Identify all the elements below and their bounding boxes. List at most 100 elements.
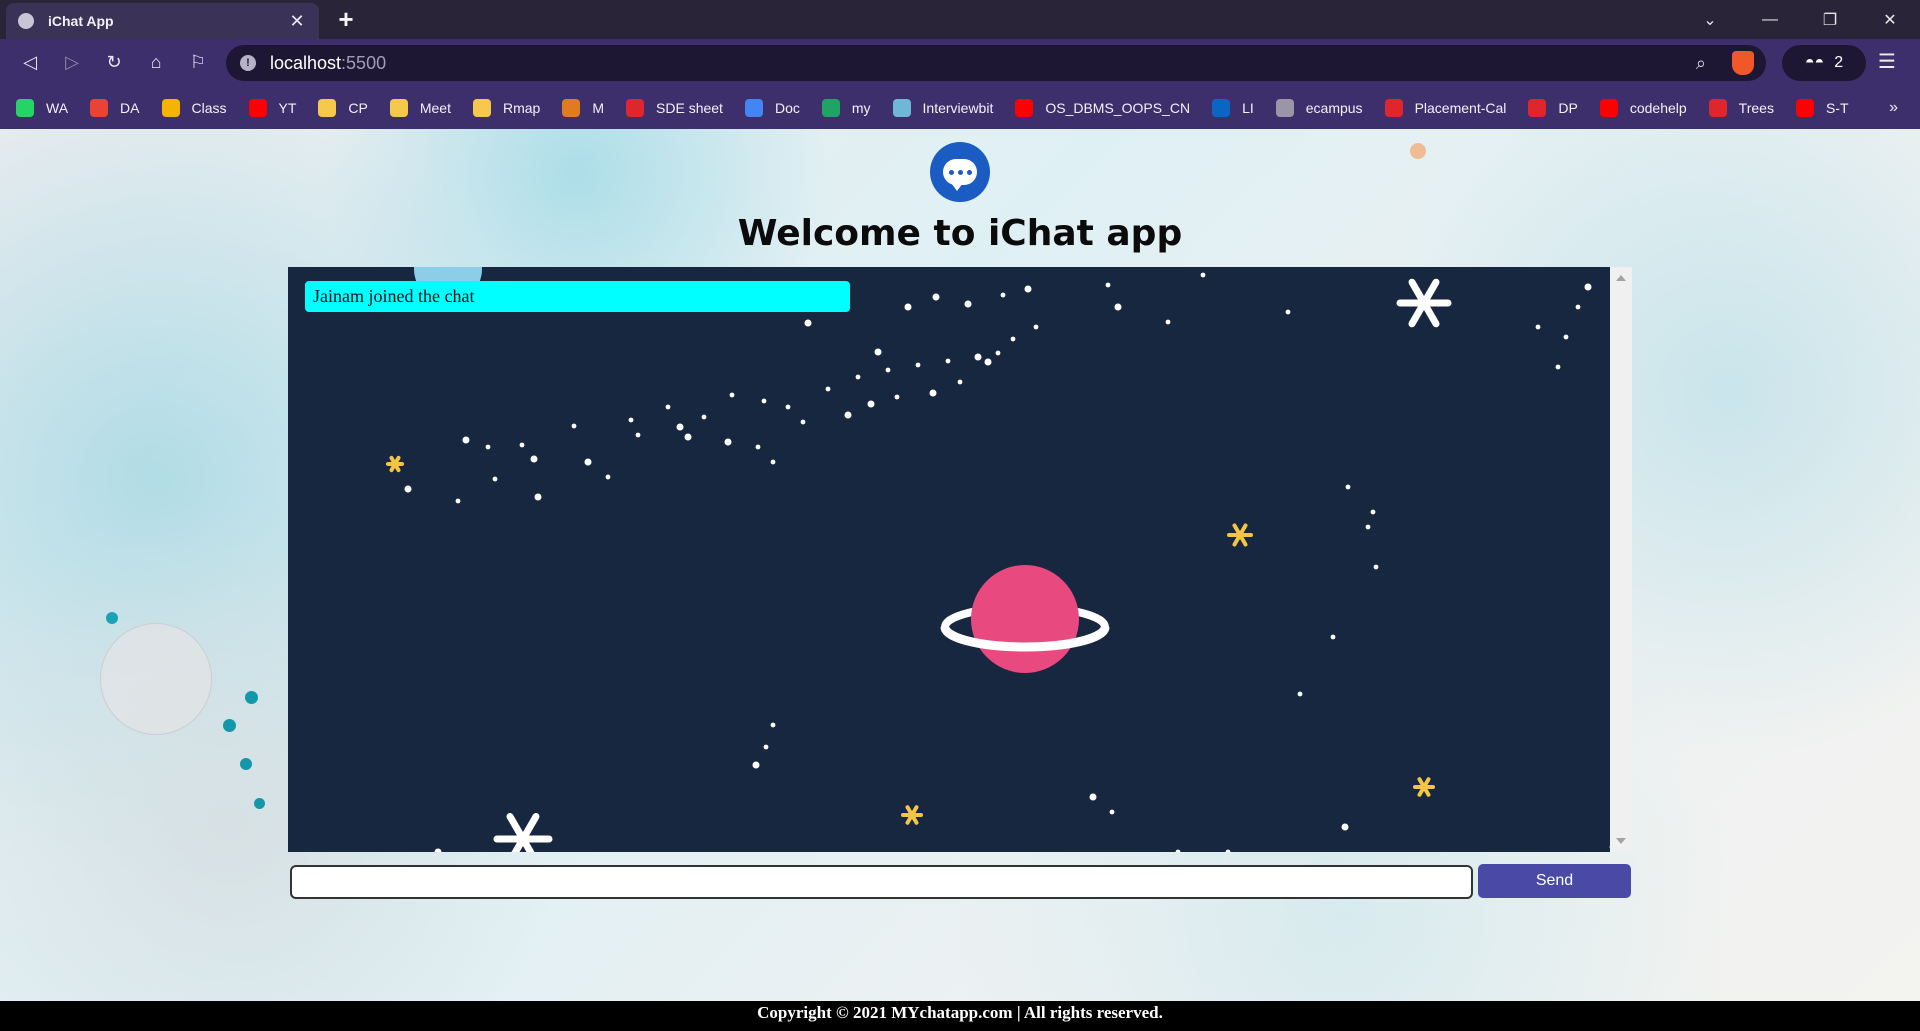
tuf-icon — [1708, 98, 1727, 117]
bookmark-label: DP — [1558, 99, 1578, 116]
star-dot — [964, 300, 972, 308]
url-port: :5500 — [341, 52, 387, 73]
bookmark-label: Meet — [419, 99, 451, 116]
bookmark-os-dbms-oops-cn[interactable]: OS_DBMS_OOPS_CN — [1015, 98, 1191, 117]
bookmark-class[interactable]: Class — [161, 98, 227, 117]
scroll-down-icon[interactable] — [1616, 838, 1626, 844]
star-dot — [1175, 849, 1181, 852]
star-dot — [752, 761, 760, 769]
home-icon[interactable]: ⌂ — [136, 52, 176, 73]
star-dot — [584, 458, 592, 466]
forward-icon[interactable]: ▷ — [52, 52, 92, 73]
sparkle-icon — [386, 455, 404, 473]
snowflake-icon — [493, 813, 553, 852]
star-dot — [1285, 309, 1291, 315]
star-dot — [571, 423, 577, 429]
star-dot — [1089, 793, 1097, 801]
folder-icon — [472, 98, 491, 117]
star-dot — [825, 386, 831, 392]
bookmark-label: my — [851, 99, 871, 116]
youtube-icon — [1795, 98, 1814, 117]
star-dot — [957, 379, 963, 385]
bookmark-icon[interactable]: ⚐ — [178, 52, 218, 73]
bookmark-codehelp[interactable]: codehelp — [1599, 98, 1687, 117]
bookmark-meet[interactable]: Meet — [389, 98, 451, 117]
bookmark-wa[interactable]: WA — [16, 98, 68, 117]
star-dot — [1555, 364, 1561, 370]
chat-scrollbar[interactable] — [1610, 267, 1632, 852]
star-dot — [974, 353, 982, 361]
planet-icon — [971, 565, 1079, 673]
bookmark-dp[interactable]: DP — [1528, 98, 1578, 117]
tab-search-icon[interactable]: ⌄ — [1680, 10, 1740, 30]
wallet-button[interactable]: ◓◓ 2 — [1782, 45, 1866, 81]
window-controls: ⌄ — ❐ ✕ — [1680, 0, 1920, 39]
new-tab-button[interactable]: + — [332, 4, 360, 35]
star-dot — [1584, 283, 1592, 291]
star-dot — [1373, 564, 1379, 570]
decor-dot — [240, 758, 252, 770]
menu-icon[interactable]: ☰ — [1878, 49, 1896, 74]
star-dot — [1225, 849, 1231, 852]
browser-tab[interactable]: iChat App ✕ — [6, 3, 319, 39]
bookmark-yt[interactable]: YT — [248, 98, 296, 117]
bookmark-m[interactable]: M — [562, 98, 605, 117]
more-bookmarks-icon[interactable]: » — [1889, 99, 1898, 117]
star-dot — [1345, 484, 1351, 490]
bookmark-label: codehelp — [1629, 99, 1687, 116]
bookmark-my[interactable]: my — [821, 98, 871, 117]
star-dot — [519, 442, 525, 448]
star-dot — [945, 358, 951, 364]
bookmark-label: CP — [348, 99, 368, 116]
star-dot — [1165, 319, 1171, 325]
bookmark-label: SDE sheet — [656, 99, 723, 116]
star-dot — [462, 436, 470, 444]
star-dot — [676, 423, 684, 431]
bookmark-label: OS_DBMS_OOPS_CN — [1045, 99, 1191, 116]
address-bar[interactable]: ! localhost :5500 ⌕ — [226, 45, 1766, 81]
bookmark-trees[interactable]: Trees — [1708, 98, 1774, 117]
bookmark-label: M — [592, 99, 605, 116]
star-dot — [1033, 324, 1039, 330]
send-button[interactable]: Send — [1478, 864, 1631, 898]
zoom-icon[interactable]: ⌕ — [1696, 53, 1706, 74]
glasses-icon: ◓◓ — [1804, 54, 1825, 71]
star-dot — [605, 474, 611, 480]
bookmark-s-t[interactable]: S-T — [1795, 98, 1849, 117]
back-icon[interactable]: ◁ — [10, 52, 50, 73]
bookmark-li[interactable]: LI — [1212, 98, 1254, 117]
bookmark-doc[interactable]: Doc — [744, 98, 800, 117]
star-dot — [492, 476, 498, 482]
minimize-button[interactable]: — — [1740, 11, 1800, 29]
scroll-up-icon[interactable] — [1616, 275, 1626, 281]
bookmark-rmap[interactable]: Rmap — [472, 98, 541, 117]
chat-container — [288, 267, 1632, 852]
star-dot — [904, 303, 912, 311]
restore-button[interactable]: ❐ — [1800, 10, 1860, 30]
bookmark-label: Doc — [774, 99, 800, 116]
bookmark-ecampus[interactable]: ecampus — [1275, 98, 1363, 117]
sparkle-icon — [1413, 777, 1435, 797]
star-dot — [701, 414, 707, 420]
message-input[interactable] — [290, 865, 1473, 899]
star-dot — [844, 411, 852, 419]
globe-icon — [1275, 98, 1294, 117]
site-info-icon[interactable]: ! — [240, 55, 256, 71]
star-dot — [1575, 304, 1581, 310]
close-window-button[interactable]: ✕ — [1860, 10, 1920, 30]
page-title: Welcome to iChat app — [737, 213, 1183, 254]
docs-icon — [744, 98, 763, 117]
bookmark-label: Rmap — [502, 99, 541, 116]
close-tab-icon[interactable]: ✕ — [287, 11, 307, 32]
bookmark-label: DA — [120, 99, 140, 116]
reload-icon[interactable]: ↻ — [94, 52, 134, 73]
bookmark-sde-sheet[interactable]: SDE sheet — [626, 98, 723, 117]
brave-shield-icon[interactable] — [1732, 51, 1754, 75]
star-dot — [770, 459, 776, 465]
bookmark-cp[interactable]: CP — [318, 98, 368, 117]
bookmark-da[interactable]: DA — [90, 98, 140, 117]
star-dot — [724, 438, 732, 446]
star-dot — [455, 498, 461, 504]
bookmark-placement-cal[interactable]: Placement-Cal — [1384, 98, 1506, 117]
bookmark-interviewbit[interactable]: Interviewbit — [892, 98, 993, 117]
